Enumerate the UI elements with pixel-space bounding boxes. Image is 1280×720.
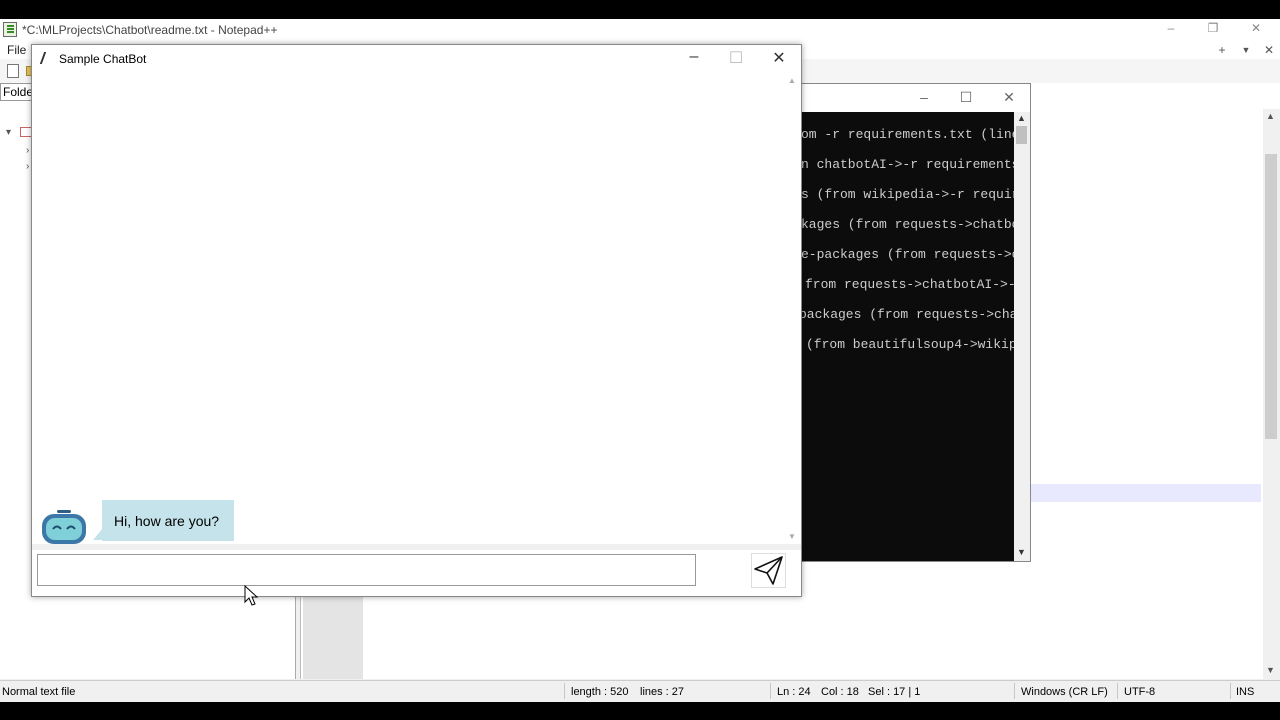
status-file-type: Normal text file — [2, 686, 76, 698]
console-line: packages (from requests->chat — [799, 307, 1014, 322]
console-line: (from beautifulsoup4->wikipe — [806, 337, 1014, 352]
close-tab-button[interactable]: ✕ — [1261, 43, 1277, 57]
letterbox-top — [0, 0, 1280, 19]
send-button[interactable] — [751, 553, 786, 588]
status-separator — [564, 683, 565, 699]
editor-scroll-thumb[interactable] — [1265, 154, 1277, 439]
new-file-icon[interactable] — [7, 64, 19, 78]
status-encoding: UTF-8 — [1124, 686, 1156, 698]
console-line: from requests->chatbotAI->-r — [805, 277, 1014, 292]
chatbot-window: Sample ChatBot – ☐ ✕ Hi, how are you? ▲ … — [31, 44, 802, 597]
menu-file[interactable]: File — [7, 43, 26, 57]
chat-input-row — [32, 550, 801, 596]
bot-message-text: Hi, how are you? — [114, 513, 220, 529]
feather-icon — [39, 52, 51, 64]
scroll-down-icon[interactable]: ▼ — [788, 532, 796, 541]
bot-message-bubble: Hi, how are you? — [102, 500, 234, 541]
notepadpp-title: *C:\MLProjects\Chatbot\readme.txt - Note… — [22, 23, 278, 37]
scroll-up-icon[interactable]: ▲ — [788, 76, 796, 85]
console-close-button[interactable]: ✕ — [994, 89, 1024, 106]
screen: *C:\MLProjects\Chatbot\readme.txt - Note… — [0, 0, 1280, 720]
current-line-highlight — [1031, 484, 1261, 502]
tree-collapse-icon[interactable]: › — [26, 145, 29, 156]
console-line: kages (from requests->chatbot — [801, 217, 1014, 232]
console-line: n chatbotAI->-r requirements. — [801, 157, 1014, 172]
scroll-down-icon[interactable]: ▼ — [1017, 547, 1026, 557]
chatbot-title: Sample ChatBot — [59, 52, 147, 66]
console-line: e-packages (from requests->c — [801, 247, 1014, 262]
tab-list-dropdown[interactable]: ▼ — [1238, 45, 1254, 55]
chatbot-titlebar[interactable]: Sample ChatBot – ☐ ✕ — [32, 45, 801, 73]
notepadpp-app-icon — [3, 22, 17, 37]
letterbox-bottom — [0, 702, 1280, 720]
tree-collapse-icon[interactable]: › — [26, 161, 29, 172]
chatbot-minimize-button[interactable]: – — [674, 48, 714, 66]
chat-messages-area[interactable]: Hi, how are you? — [32, 73, 786, 570]
chat-vertical-scrollbar[interactable]: ▲ ▼ — [786, 73, 801, 544]
statusbar: Normal text file length : 520 lines : 27… — [0, 680, 1280, 702]
console-line: s (from wikipedia->-r require — [801, 187, 1014, 202]
chatbot-close-button[interactable]: ✕ — [759, 48, 799, 68]
status-separator — [1014, 683, 1015, 699]
console-minimize-button[interactable]: – — [909, 89, 939, 105]
mouse-cursor-icon — [244, 585, 259, 606]
status-insert-mode: INS — [1236, 686, 1255, 698]
status-separator — [1117, 683, 1118, 699]
status-selection: Sel : 17 | 1 — [868, 686, 921, 698]
chatbot-maximize-button: ☐ — [728, 50, 744, 67]
console-maximize-button[interactable]: ☐ — [951, 89, 981, 106]
scroll-down-icon[interactable]: ▼ — [1266, 665, 1275, 675]
notepadpp-minimize-button[interactable]: – — [1161, 21, 1181, 35]
console-line: om -r requirements.txt (line — [801, 127, 1014, 142]
console-vertical-scrollbar[interactable]: ▲ ▼ — [1014, 112, 1030, 561]
status-separator — [1230, 683, 1231, 699]
status-column: Col : 18 — [821, 686, 859, 698]
status-line-number: Ln : 24 — [777, 686, 811, 698]
console-scroll-thumb[interactable] — [1016, 126, 1027, 144]
notepadpp-titlebar[interactable]: *C:\MLProjects\Chatbot\readme.txt - Note… — [0, 19, 1280, 41]
scroll-up-icon[interactable]: ▲ — [1017, 113, 1026, 123]
status-eol: Windows (CR LF) — [1021, 686, 1108, 698]
new-tab-button[interactable]: + — [1214, 43, 1230, 57]
notepadpp-close-button[interactable]: ✕ — [1246, 21, 1266, 35]
tree-expand-icon[interactable]: ▾ — [6, 127, 11, 138]
status-separator — [770, 683, 771, 699]
editor-vertical-scrollbar[interactable]: ▲ ▼ — [1263, 109, 1280, 679]
status-length: length : 520 — [571, 686, 629, 698]
scroll-up-icon[interactable]: ▲ — [1266, 111, 1275, 121]
send-icon — [754, 556, 783, 585]
chat-message-input[interactable] — [37, 554, 696, 586]
notepadpp-restore-button[interactable]: ❐ — [1203, 21, 1223, 35]
editor-gutter — [303, 596, 363, 679]
status-lines: lines : 27 — [640, 686, 685, 698]
